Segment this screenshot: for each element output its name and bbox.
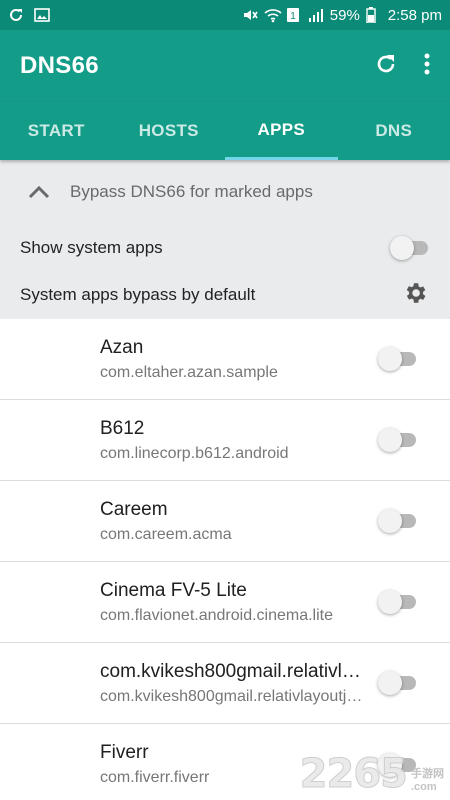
app-name: com.kvikesh800gmail.relativlayoutjava <box>100 660 364 682</box>
app-bypass-toggle[interactable] <box>378 509 418 533</box>
app-package: com.careem.acma <box>100 525 232 543</box>
system-bypass-default-row[interactable]: System apps bypass by default <box>0 271 450 319</box>
tab-hosts[interactable]: HOSTS <box>113 102 226 160</box>
overflow-menu-icon[interactable] <box>424 52 430 81</box>
list-item[interactable]: B612 com.linecorp.b612.android <box>0 400 450 481</box>
bypass-header[interactable]: Bypass DNS66 for marked apps <box>0 160 450 224</box>
app-title: DNS66 <box>20 52 99 79</box>
bypass-label: Bypass DNS66 for marked apps <box>70 182 313 201</box>
chevron-up-icon[interactable] <box>28 185 50 199</box>
app-bypass-toggle[interactable] <box>378 428 418 452</box>
battery-icon <box>366 7 382 24</box>
image-icon <box>34 7 50 23</box>
watermark-number: 2265 <box>299 751 408 797</box>
list-item[interactable]: Azan com.eltaher.azan.sample <box>0 319 450 400</box>
app-package: com.eltaher.azan.sample <box>100 363 278 381</box>
watermark-logo: 2265 手游网 .com <box>299 751 444 797</box>
sim-icon: 1 <box>286 7 302 23</box>
app-bar: DNS66 <box>0 30 450 102</box>
watermark-suffix: .com <box>411 780 437 793</box>
list-item[interactable]: com.kvikesh800gmail.relativlayoutjava co… <box>0 643 450 724</box>
app-list: Azan com.eltaher.azan.sample B612 com.li… <box>0 319 450 800</box>
app-name: Cinema FV-5 Lite <box>100 579 247 601</box>
mute-icon <box>242 7 258 23</box>
clock: 2:58 pm <box>387 6 442 24</box>
gear-icon[interactable] <box>402 280 428 311</box>
app-name: Azan <box>100 336 144 358</box>
show-system-apps-label: Show system apps <box>20 237 163 257</box>
show-system-apps-row[interactable]: Show system apps <box>0 224 450 271</box>
list-item[interactable]: Careem com.careem.acma <box>0 481 450 562</box>
show-system-apps-toggle[interactable] <box>390 235 430 260</box>
tab-start[interactable]: START <box>0 102 113 160</box>
app-name: B612 <box>100 417 145 439</box>
tab-dns[interactable]: DNS <box>338 102 450 160</box>
refresh-icon[interactable] <box>374 52 398 81</box>
wifi-icon <box>264 7 282 23</box>
tab-bar: START HOSTS APPS DNS <box>0 102 450 160</box>
app-package: com.flavionet.android.cinema.lite <box>100 606 334 624</box>
app-bypass-toggle[interactable] <box>378 347 418 371</box>
svg-text:1: 1 <box>290 11 296 22</box>
refresh-status-icon <box>8 7 24 23</box>
app-bypass-toggle[interactable] <box>378 671 418 695</box>
list-item[interactable]: Cinema FV-5 Lite com.flavionet.android.c… <box>0 562 450 643</box>
status-bar: 1 59% 2:58 pm <box>0 0 450 30</box>
watermark-chinese: 手游网 <box>411 767 444 780</box>
app-name: Careem <box>100 498 168 520</box>
app-bypass-toggle[interactable] <box>378 590 418 614</box>
tab-apps[interactable]: APPS <box>225 102 338 160</box>
app-package: com.linecorp.b612.android <box>100 444 289 462</box>
signal-icon <box>308 7 324 23</box>
app-package: com.kvikesh800gmail.relativlayoutjava <box>100 687 364 705</box>
system-bypass-default-label: System apps bypass by default <box>20 285 256 304</box>
battery-percent: 59% <box>329 6 360 24</box>
